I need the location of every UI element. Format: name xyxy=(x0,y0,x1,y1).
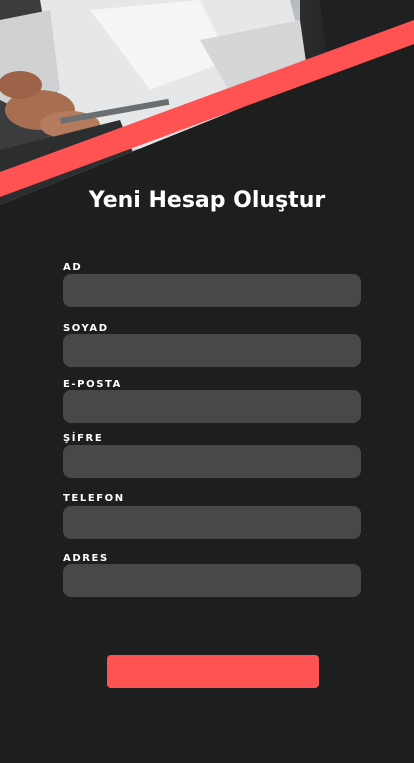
address-label: ADRES xyxy=(63,553,109,564)
first-name-label: AD xyxy=(63,262,83,273)
first-name-input[interactable] xyxy=(63,274,361,307)
password-input[interactable] xyxy=(63,445,361,478)
password-label: ŞİFRE xyxy=(63,433,104,444)
phone-label: TELEFON xyxy=(63,493,125,504)
last-name-label: SOYAD xyxy=(63,323,109,334)
email-input[interactable] xyxy=(63,390,361,423)
phone-input[interactable] xyxy=(63,506,361,539)
last-name-input[interactable] xyxy=(63,334,361,367)
create-account-button[interactable] xyxy=(107,655,319,688)
header-image-banner xyxy=(0,0,414,220)
address-input[interactable] xyxy=(63,564,361,597)
email-label: E-POSTA xyxy=(63,379,122,390)
page-title: Yeni Hesap Oluştur xyxy=(88,188,326,213)
chef-photo-image xyxy=(0,0,414,205)
